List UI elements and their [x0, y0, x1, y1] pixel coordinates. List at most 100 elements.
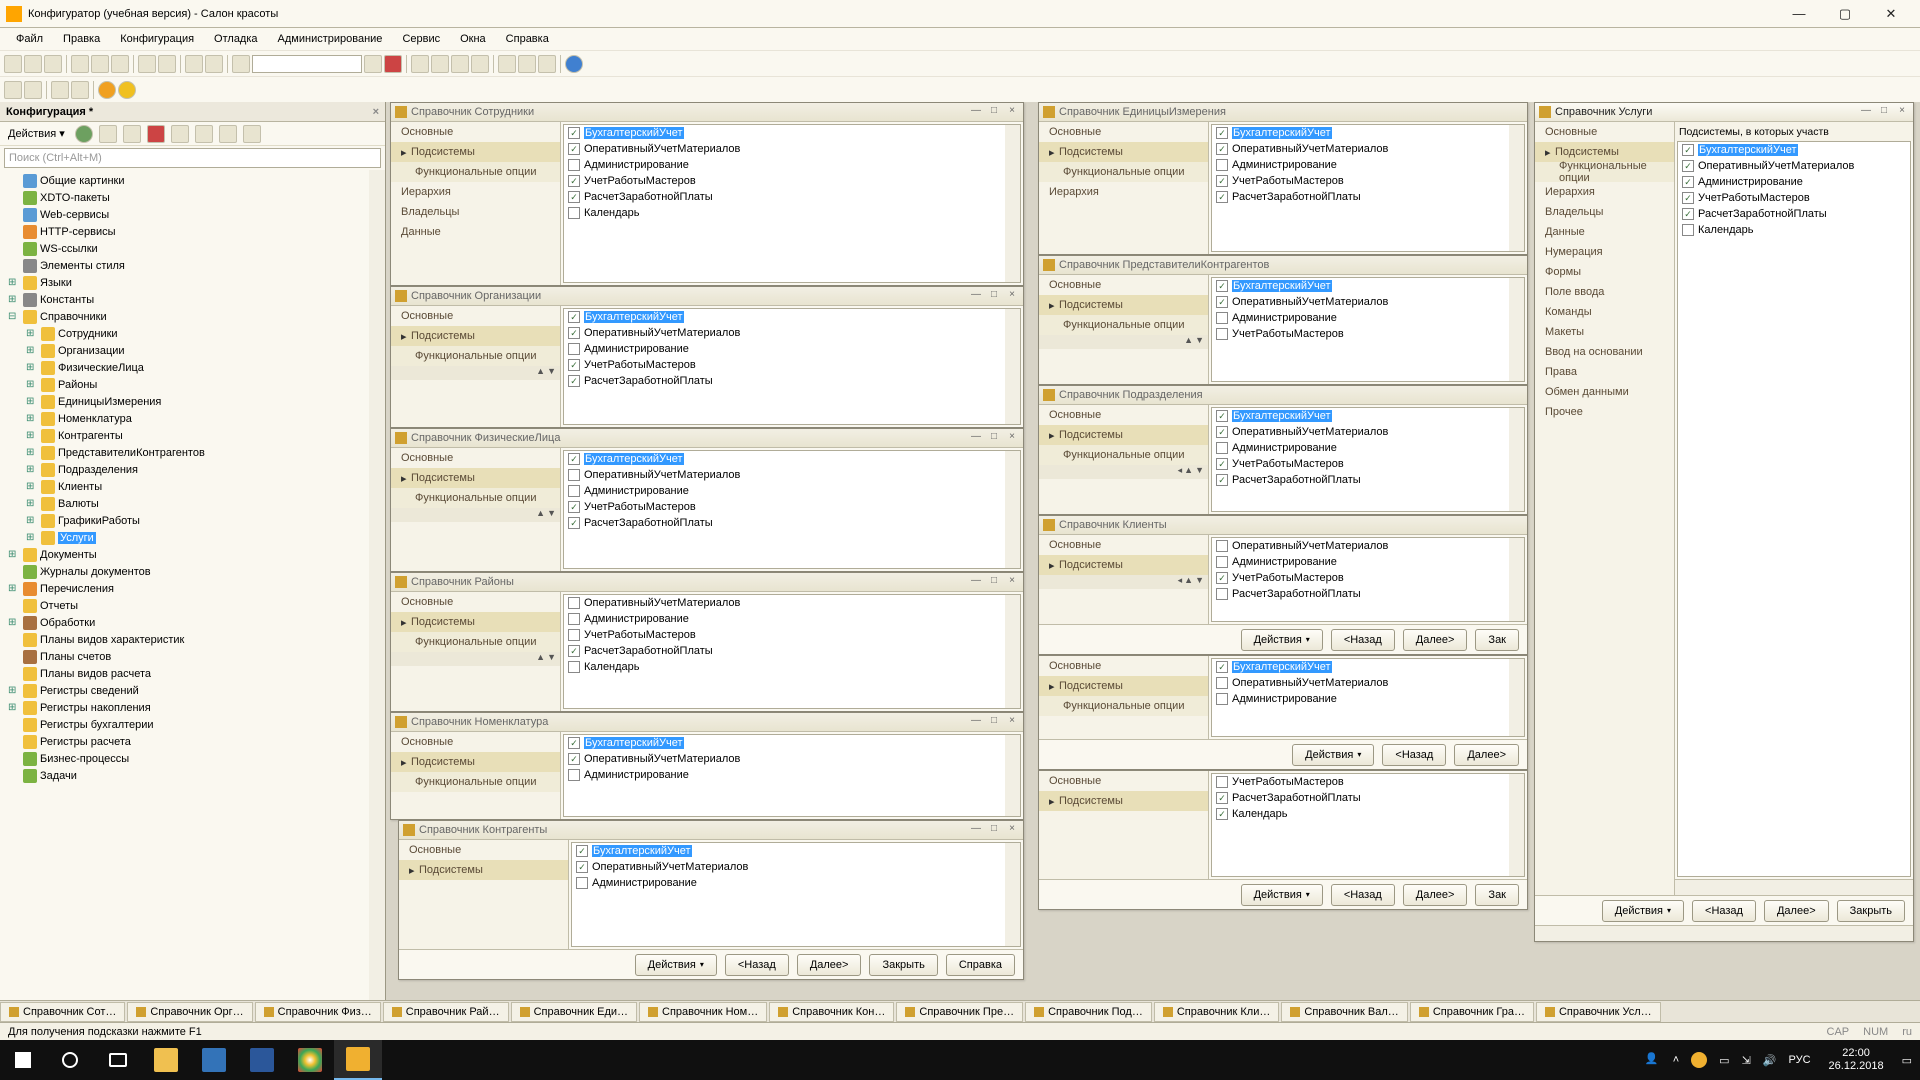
window-tab[interactable]: Справочник Орг… [127, 1002, 252, 1022]
config-search-input[interactable]: Поиск (Ctrl+Alt+M) [4, 148, 381, 168]
win-valuty[interactable]: Основные ▸Подсистемы Функциональные опци… [1038, 655, 1528, 770]
tree-scrollbar[interactable] [369, 170, 385, 1000]
win-close-icon[interactable]: × [1005, 431, 1019, 445]
tray-lang[interactable]: РУС [1789, 1054, 1811, 1066]
nav-podsistemy[interactable]: ▸Подсистемы [1039, 676, 1208, 696]
chk-raschet[interactable] [1216, 792, 1228, 804]
btn-close[interactable]: Закрыть [869, 954, 937, 976]
win-podrazd[interactable]: Справочник Подразделения Основные ▸Подси… [1038, 385, 1528, 515]
chk-oper[interactable] [1216, 677, 1228, 689]
task-1c[interactable] [334, 1040, 382, 1080]
tb-syntax-icon[interactable] [498, 55, 516, 73]
nav-funkopt[interactable]: Функциональные опции [391, 162, 560, 182]
nav-podsistemy[interactable]: ▸Подсистемы [1039, 142, 1208, 162]
config-up-icon[interactable] [171, 125, 189, 143]
tray-clock[interactable]: 22:0026.12.2018 [1823, 1047, 1890, 1073]
tree-item[interactable]: ⊞Языки [0, 274, 385, 291]
chk-admin[interactable] [568, 613, 580, 625]
nav-prava[interactable]: Права [1535, 362, 1674, 382]
tree-item[interactable]: Планы видов характеристик [0, 631, 385, 648]
scrollbar[interactable] [1005, 125, 1020, 282]
chk-admin[interactable] [1682, 176, 1694, 188]
tray-onec-icon[interactable] [1691, 1052, 1707, 1068]
win-max-icon[interactable]: □ [1877, 105, 1891, 119]
win-predstav[interactable]: Справочник ПредставителиКонтрагентов Осн… [1038, 255, 1528, 385]
chk-uchet[interactable] [1216, 175, 1228, 187]
chk-kalendar[interactable] [568, 661, 580, 673]
tray-battery-icon[interactable]: ▭ [1719, 1054, 1729, 1067]
menu-help[interactable]: Справка [498, 31, 557, 47]
tb-paste-icon[interactable] [111, 55, 129, 73]
menu-config[interactable]: Конфигурация [112, 31, 202, 47]
window-tab[interactable]: Справочник Кон… [769, 1002, 894, 1022]
tb-save-icon[interactable] [44, 55, 62, 73]
nav-podsistemy[interactable]: ▸Подсистемы [1039, 791, 1208, 811]
chk-uchet[interactable] [568, 175, 580, 187]
win-max-icon[interactable]: □ [987, 575, 1001, 589]
window-tab[interactable]: Справочник Еди… [511, 1002, 637, 1022]
win-min-icon[interactable]: — [969, 715, 983, 729]
chk-oper[interactable] [568, 327, 580, 339]
nav-funkopt[interactable]: Функциональные опции [1039, 445, 1208, 465]
chk-raschet[interactable] [568, 517, 580, 529]
config-down-icon[interactable] [195, 125, 213, 143]
btn-next[interactable]: Далее> [1403, 884, 1468, 906]
chk-uchet[interactable] [1216, 328, 1228, 340]
win-sotrudniki[interactable]: Справочник Сотрудники—□× Основные ▸Подси… [390, 102, 1024, 286]
nav-osnovnye[interactable]: Основные [1039, 275, 1208, 295]
win-close-icon[interactable]: × [1005, 715, 1019, 729]
chk-raschet[interactable] [1216, 474, 1228, 486]
nav-osnovnye[interactable]: Основные [391, 592, 560, 612]
nav-komandy[interactable]: Команды [1535, 302, 1674, 322]
tb-help-icon[interactable] [565, 55, 583, 73]
minimize-button[interactable]: — [1784, 6, 1814, 22]
chk-buh[interactable] [1682, 144, 1694, 156]
tb-clipboard-icon[interactable] [411, 55, 429, 73]
tree-item[interactable]: WS-ссылки [0, 240, 385, 257]
tray-wifi-icon[interactable]: ⇲ [1742, 1054, 1751, 1067]
nav-ierarhiya[interactable]: Иерархия [1535, 182, 1674, 202]
tree-item[interactable]: ⊞Валюты [0, 495, 385, 512]
task-taskview[interactable] [94, 1040, 142, 1080]
tree-item[interactable]: Отчеты [0, 597, 385, 614]
chk-uchet[interactable] [1682, 192, 1694, 204]
chk-admin[interactable] [568, 343, 580, 355]
win-close-icon[interactable]: × [1895, 105, 1909, 119]
chk-buh[interactable] [568, 311, 580, 323]
tb-start2-icon[interactable] [118, 81, 136, 99]
nav-dannye[interactable]: Данные [1535, 222, 1674, 242]
win-klienty[interactable]: Справочник Клиенты Основные ▸Подсистемы … [1038, 515, 1528, 655]
scrollbar[interactable] [1509, 408, 1524, 511]
btn-zak[interactable]: Зак [1475, 629, 1519, 651]
chk-oper[interactable] [568, 143, 580, 155]
tree-item[interactable]: ⊞Регистры сведений [0, 682, 385, 699]
chk-admin[interactable] [1216, 159, 1228, 171]
tb-debug-icon[interactable] [538, 55, 556, 73]
chk-admin[interactable] [568, 769, 580, 781]
chk-buh[interactable] [1216, 410, 1228, 422]
config-delete-icon[interactable] [147, 125, 165, 143]
config-actions-dd[interactable]: Действия ▾ [4, 127, 69, 140]
win-fizlica[interactable]: Справочник ФизическиеЛица—□× Основные ▸П… [390, 428, 1024, 572]
win-max-icon[interactable]: □ [987, 105, 1001, 119]
chk-admin[interactable] [1216, 693, 1228, 705]
menu-admin[interactable]: Администрирование [270, 31, 391, 47]
tb-start-icon[interactable] [98, 81, 116, 99]
nav-podsistemy[interactable]: ▸Подсистемы [391, 142, 560, 162]
nav-podsistemy[interactable]: ▸Подсистемы [1535, 142, 1674, 162]
scrollbar[interactable] [1509, 659, 1524, 736]
chk-admin[interactable] [1216, 312, 1228, 324]
menu-debug[interactable]: Отладка [206, 31, 265, 47]
task-explorer[interactable] [142, 1040, 190, 1080]
chk-buh[interactable] [1216, 127, 1228, 139]
nav-podsistemy[interactable]: ▸Подсистемы [1039, 425, 1208, 445]
win-organizacii[interactable]: Справочник Организации—□× Основные ▸Подс… [390, 286, 1024, 428]
tb-calendar-icon[interactable] [471, 55, 489, 73]
chk-raschet[interactable] [568, 645, 580, 657]
chk-buh[interactable] [1216, 661, 1228, 673]
nav-osnovnye[interactable]: Основные [391, 122, 560, 142]
chk-admin[interactable] [1216, 556, 1228, 568]
start-button[interactable] [0, 1040, 46, 1080]
btn-next[interactable]: Далее> [1454, 744, 1519, 766]
maximize-button[interactable]: ▢ [1830, 6, 1860, 22]
